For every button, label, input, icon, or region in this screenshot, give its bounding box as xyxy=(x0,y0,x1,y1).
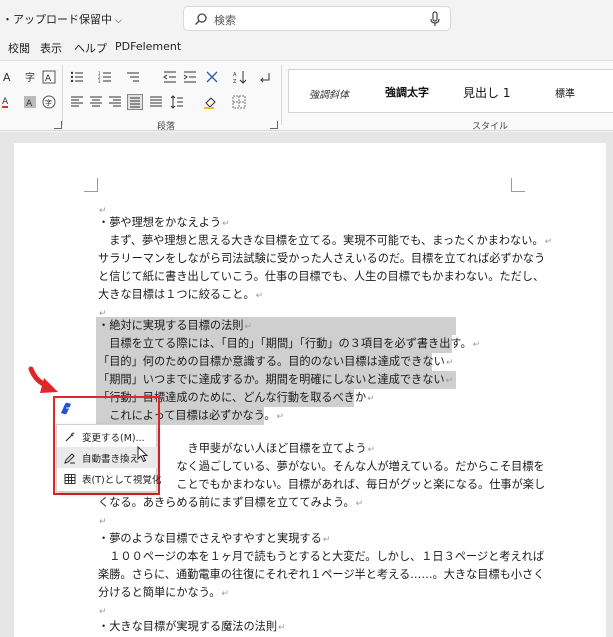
svg-text:A: A xyxy=(233,72,237,78)
doc-line[interactable]: と信じて紙に書き出していこう。仕事の目標でも、人生の目標でもかまわない。ただし、 xyxy=(98,268,544,286)
font-color-icon[interactable]: A xyxy=(2,95,16,109)
align-left-icon[interactable] xyxy=(70,95,84,109)
character-border-icon[interactable]: A xyxy=(42,70,56,84)
doc-line[interactable]: ・大きな目標が実現する魔法の法則↵ xyxy=(98,618,286,637)
decrease-indent-icon[interactable] xyxy=(163,70,177,84)
doc-line[interactable]: 「期間」いつまでに達成するか。期間を明確にしないと達成できない↵ xyxy=(98,371,453,390)
title-bar: ・アップロード保留中 ⌵ 検索 xyxy=(0,0,613,36)
tab-help[interactable]: ヘルプ xyxy=(74,40,107,56)
style-emphasis-bold[interactable]: 強調太字 xyxy=(385,84,429,100)
sparkle-pen-icon xyxy=(65,431,75,442)
doc-line[interactable]: 楽勝。さらに、通勤電車の往復にそれぞれ１ページ半と考える……。大きな目標も小さく xyxy=(98,566,544,584)
style-emphasis-italic[interactable]: 強調斜体 xyxy=(309,86,349,101)
font-dialog-launcher-icon[interactable] xyxy=(54,121,62,129)
doc-line[interactable]: くなる。あきらめる前にまず目標を立ててみよう。↵ xyxy=(98,494,363,513)
character-shading-icon[interactable]: A xyxy=(23,95,37,109)
search-box[interactable]: 検索 xyxy=(183,6,451,31)
save-status[interactable]: ・アップロード保留中 ⌵ xyxy=(2,11,122,27)
table-icon xyxy=(64,474,76,484)
doc-line[interactable]: まず、夢や理想と思える大きな目標を立てる。実現不可能でも、まったくかまわない。↵ xyxy=(98,232,552,251)
page-corner-mark xyxy=(84,178,98,192)
sort-icon[interactable]: AZ xyxy=(233,70,247,84)
rewrite-pen-icon xyxy=(64,453,75,464)
svg-text:字: 字 xyxy=(45,98,52,107)
chevron-down-icon: ⌵ xyxy=(115,16,122,26)
show-formatting-marks-icon[interactable] xyxy=(258,70,272,84)
phonetic-guide-icon[interactable]: 字 xyxy=(23,70,37,84)
svg-text:A: A xyxy=(3,71,11,84)
style-normal[interactable]: 標準 xyxy=(555,85,575,100)
bullets-icon[interactable] xyxy=(70,70,84,84)
ribbon-tabs: 校閲 表示 ヘルプ PDFelement xyxy=(0,38,613,58)
asian-layout-icon[interactable] xyxy=(205,70,219,84)
menu-item-visualize-table[interactable]: 表(T)として視覚化 xyxy=(57,468,161,489)
ribbon: A 字 A A A 字 123 AZ 段落 強調斜体 強調太字 見出し 1 標準… xyxy=(0,60,613,132)
increase-indent-icon[interactable] xyxy=(183,70,197,84)
justify-icon[interactable] xyxy=(127,94,143,110)
search-icon xyxy=(195,13,207,25)
style-heading-1[interactable]: 見出し 1 xyxy=(463,84,510,101)
doc-line[interactable]: ・夢のような目標でさえやすやすと実現する↵ xyxy=(98,530,330,549)
svg-text:A: A xyxy=(2,97,9,107)
borders-icon[interactable] xyxy=(232,95,246,109)
style-group-label: スタイル xyxy=(472,122,509,132)
line-spacing-icon[interactable] xyxy=(170,95,184,109)
doc-line[interactable]: １００ページの本を１ヶ月で読もうとすると大変だ。しかし、１日３ページと考えれば xyxy=(98,548,544,566)
doc-line[interactable]: サラリーマンをしながら司法試験に受かった人さえいるのだ。目標を立てれば必ずかなう xyxy=(98,250,545,268)
align-center-icon[interactable] xyxy=(89,95,103,109)
multilevel-list-icon[interactable] xyxy=(126,70,140,84)
numbering-icon[interactable]: 123 xyxy=(98,70,112,84)
svg-text:A: A xyxy=(26,99,33,109)
tab-pdfelement[interactable]: PDFelement xyxy=(115,40,181,53)
doc-line[interactable]: なく過ごしている、夢がない。そんな人が増えている。だからこそ目標を xyxy=(98,458,544,476)
doc-line[interactable]: ↵ xyxy=(98,512,107,531)
mouse-cursor-icon xyxy=(137,446,149,463)
doc-line[interactable]: ・絶対に実現する目標の法則↵ xyxy=(98,317,252,336)
font-size-icon[interactable]: A xyxy=(2,70,16,84)
doc-line[interactable]: 大きな目標は１つに絞ること。↵ xyxy=(98,286,263,305)
doc-line[interactable]: ・夢や理想をかなえよう↵ xyxy=(98,214,230,233)
doc-line[interactable]: ことでもかまわない。目標があれば、毎日がグッと楽になる。仕事が楽し xyxy=(98,476,545,494)
search-placeholder: 検索 xyxy=(214,14,236,27)
svg-text:字: 字 xyxy=(25,71,35,84)
tab-view[interactable]: 表示 xyxy=(40,40,62,56)
microphone-icon[interactable] xyxy=(429,11,441,27)
paragraph-group-label: 段落 xyxy=(157,122,176,132)
align-right-icon[interactable] xyxy=(108,95,122,109)
menu-item-modify[interactable]: 変更する(M)... xyxy=(57,426,157,447)
doc-line[interactable]: 「目的」何のための目標か意識する。目的のない目標は達成できない↵ xyxy=(98,353,453,372)
svg-text:Z: Z xyxy=(233,79,237,84)
styles-gallery: 強調斜体 強調太字 見出し 1 標準 xyxy=(288,69,613,113)
doc-line[interactable]: 目標を立てる際には、「目的」「期間」「行動」の３項目を必ず書き出す。↵ xyxy=(98,335,480,354)
svg-text:A: A xyxy=(45,74,52,84)
shading-icon[interactable] xyxy=(203,95,217,109)
paragraph-dialog-launcher-icon[interactable] xyxy=(270,121,278,129)
svg-text:3: 3 xyxy=(98,79,101,84)
page-corner-mark xyxy=(511,178,525,192)
doc-line[interactable]: 分けると簡単にかなう。↵ xyxy=(98,584,229,603)
save-status-label: ・アップロード保留中 xyxy=(2,13,112,26)
distributed-icon[interactable] xyxy=(149,95,163,109)
annotation-arrow-icon xyxy=(28,366,58,393)
tab-review[interactable]: 校閲 xyxy=(8,40,30,56)
enclose-characters-icon[interactable]: 字 xyxy=(42,95,56,109)
